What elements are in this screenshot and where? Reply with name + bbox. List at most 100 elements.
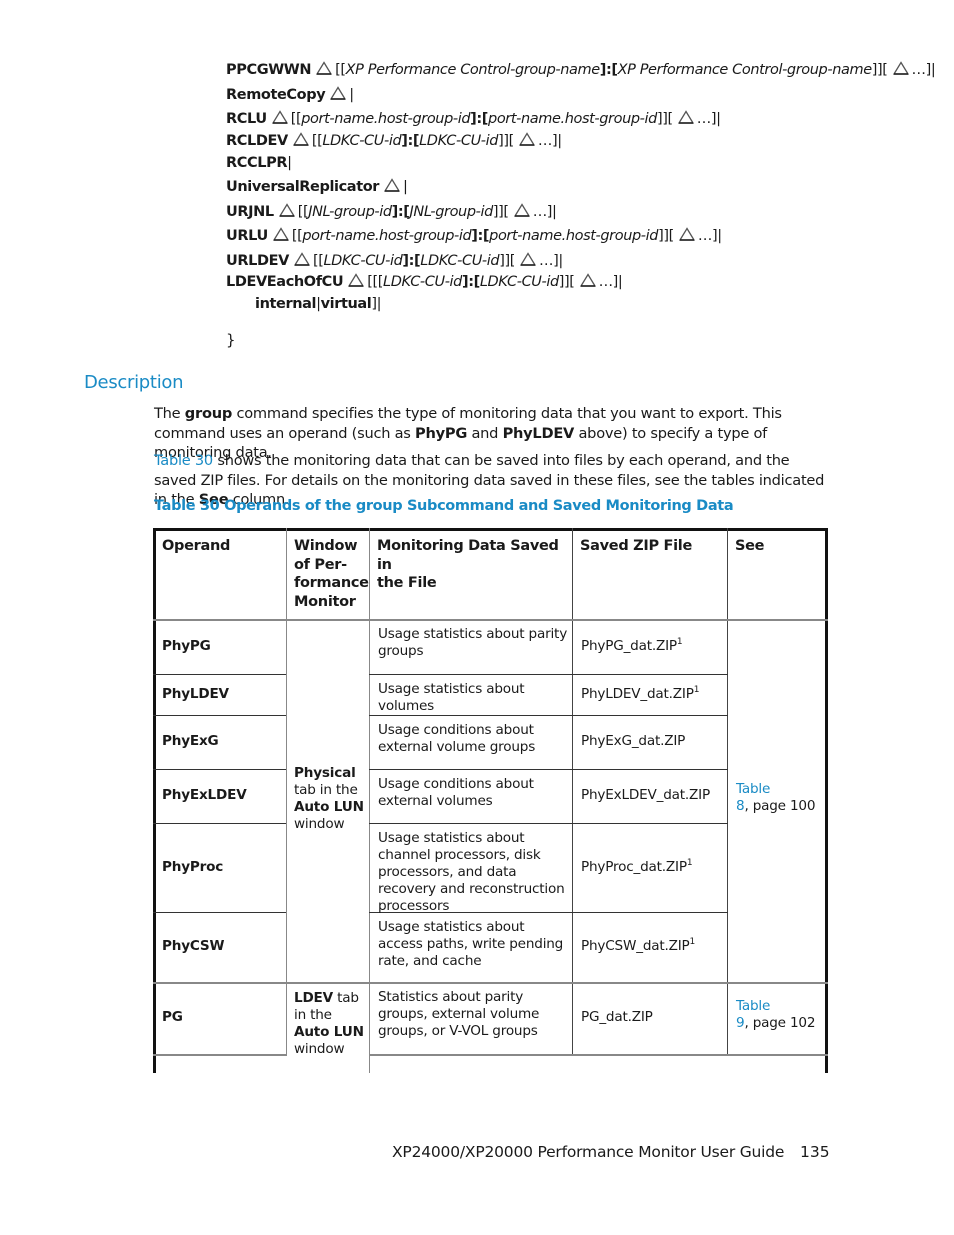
zip-file-name: PhyExG_dat.ZIP (581, 733, 686, 749)
zip-file-cell: PG_dat.ZIP (581, 1009, 653, 1026)
row-divider (153, 1054, 287, 1056)
table-30-link[interactable]: Table 30 (154, 452, 213, 469)
header-line: formance (294, 575, 369, 591)
syntax-arg: port-name.host-group-id (488, 111, 657, 127)
syntax-line-rcldev: RCLDEV [[LDKC-CU-id]:[LDKC-CU-id]][…]| (226, 132, 926, 151)
space-triangle-icon (384, 178, 400, 192)
syntax-line-ldeveachofcu: LDEVEachOfCU [[[LDKC-CU-id]:[LDKC-CU-id]]… (226, 273, 926, 292)
monitoring-data-cell: Usage statistics about channel processor… (378, 830, 565, 914)
table-9-link[interactable]: Table (736, 998, 824, 1015)
syntax-line-urldev: URLDEV [[LDKC-CU-id]:[LDKC-CU-id]][…]| (226, 249, 926, 274)
row-divider (153, 674, 286, 675)
syntax-arg: LDKC-CU-id (420, 252, 500, 269)
operand-cell: PhyProc (162, 858, 224, 875)
command-name: group (184, 405, 233, 422)
footnote-marker: 1 (686, 857, 693, 868)
zip-file-name: PhyLDEV_dat.ZIP (581, 685, 694, 702)
text: window (294, 816, 345, 832)
space-triangle-icon (679, 227, 695, 241)
space-triangle-icon (294, 252, 310, 266)
table-border-right (825, 528, 828, 1073)
monitoring-data-cell: Usage statistics about volumes (378, 681, 525, 714)
operand-keyword: RCCLPR (226, 154, 288, 171)
operand-keyword: LDEVEachOfCU (226, 274, 344, 290)
zip-file-cell: PhyExLDEV_dat.ZIP (581, 787, 710, 804)
header-line: of Per- (294, 556, 347, 573)
header-see: See (735, 538, 765, 554)
zip-file-name: PhyExLDEV_dat.ZIP (581, 787, 710, 803)
header-monitoring-data: Monitoring Data Saved in the File (377, 537, 567, 593)
space-triangle-icon (519, 132, 535, 146)
syntax-sep: ]:[ (401, 132, 420, 149)
text: tab in the (294, 782, 358, 798)
header-line: Window (294, 538, 358, 554)
syntax-line-continuation: internal|virtual]| (226, 292, 926, 317)
syntax-line-urjnl: URJNL [[JNL-group-id]:[JNL-group-id]][…]| (226, 200, 926, 225)
syntax-arg: LDKC-CU-id (323, 252, 403, 269)
monitoring-data-cell: Usage statistics about parity groups (378, 626, 568, 659)
syntax-line-remotecopy: RemoteCopy | (226, 83, 926, 108)
row-divider (369, 674, 728, 675)
row-divider (153, 769, 286, 770)
page-ref: , page 100 (744, 798, 816, 814)
header-window: Window of Per- formance Monitor (294, 537, 369, 611)
section-heading-description: Description (84, 372, 184, 393)
text: and (467, 424, 503, 442)
window-name: Auto LUN (294, 799, 364, 815)
syntax-sep: ]:[ (461, 274, 480, 290)
footnote-marker: 1 (693, 684, 700, 695)
operand-cell: PhyExLDEV (162, 787, 247, 803)
syntax-bracket: ]][ (499, 252, 515, 269)
row-divider (153, 982, 828, 984)
table-border-left (153, 528, 156, 1073)
zip-file-name: PG_dat.ZIP (581, 1009, 653, 1025)
table-caption: Table 30 Operands of the group Subcomman… (154, 498, 734, 514)
syntax-tail: …]| (697, 228, 722, 244)
see-physical-cell: Table 8, page 100 (736, 781, 824, 815)
closing-brace: } (226, 331, 236, 349)
operand-cell: PhyPG (162, 637, 211, 654)
syntax-arg: port-name.host-group-id (489, 228, 659, 244)
window-name: Auto LUN (294, 1024, 364, 1040)
zip-file-name: PhyCSW_dat.ZIP (581, 938, 690, 954)
tab-name: LDEV (294, 990, 333, 1006)
operand-keyword: RCLDEV (226, 132, 288, 149)
syntax-arg: JNL-group-id (308, 203, 392, 220)
operand-keyword: RCLU (226, 111, 267, 127)
syntax-bracket: [[[ (367, 274, 384, 290)
syntax-sep: ]:[ (391, 203, 410, 220)
syntax-tail: …]| (538, 252, 563, 269)
header-line: the File (377, 575, 437, 591)
column-divider (727, 528, 728, 1055)
syntax-bracket: ]][ (558, 274, 575, 290)
space-triangle-icon (893, 61, 909, 75)
table-8-link[interactable]: Table (736, 781, 824, 798)
syntax-bracket: ]][ (871, 62, 888, 78)
space-triangle-icon (293, 132, 309, 146)
syntax-tail: …]| (911, 62, 936, 78)
syntax-line-rcclpr: RCCLPR| (226, 151, 926, 176)
window-ldev-cell: LDEV tab in the Auto LUN window (294, 990, 369, 1058)
syntax-line-universalreplicator: UniversalReplicator | (226, 175, 926, 200)
option-internal: internal (255, 296, 317, 312)
monitoring-data-cell: Statistics about parity groups, external… (378, 989, 540, 1039)
monitoring-data-cell: Usage conditions about external volumes (378, 776, 534, 809)
syntax-bracket: ]][ (498, 132, 514, 149)
operand-cell: PhyLDEV (162, 685, 229, 702)
zip-file-cell: PhyCSW_dat.ZIP1 (581, 938, 695, 955)
footer-guide-title: XP24000/XP20000 Performance Monitor User… (392, 1143, 785, 1161)
space-triangle-icon (514, 203, 530, 217)
footnote-marker: 1 (689, 937, 696, 947)
column-divider (369, 528, 370, 1073)
syntax-arg: port-name.host-group-id (301, 111, 471, 127)
tab-name: Physical (294, 765, 356, 781)
operand-name: PhyPG (415, 424, 468, 442)
operand-keyword: URJNL (226, 203, 274, 220)
syntax-bracket: [[ (312, 252, 324, 269)
row-divider (153, 715, 286, 716)
syntax-tail: …]| (696, 111, 721, 127)
syntax-sep: ]:[ (599, 62, 618, 78)
syntax-tail: ]| (371, 296, 382, 312)
operand-cell: PhyCSW (162, 938, 225, 954)
text: The (154, 405, 185, 422)
